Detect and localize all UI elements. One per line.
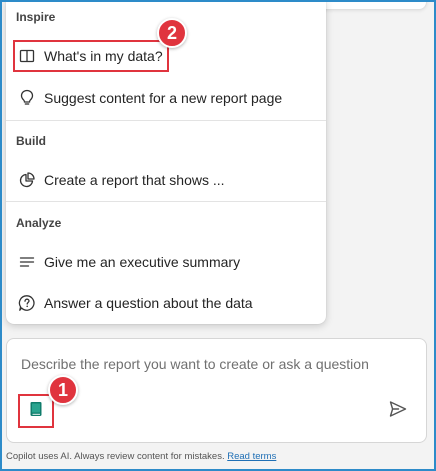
section-header-inspire: Inspire [16,10,56,24]
menu-item-answer-question[interactable]: Answer a question about the data [6,285,326,321]
menu-item-label: Answer a question about the data [44,295,253,311]
section-divider [6,201,326,202]
prompt-guide-menu: Inspire What's in my data? Suggest conte… [6,0,326,324]
book-icon [29,401,43,422]
step-badge-2: 2 [157,18,187,48]
read-terms-link[interactable]: Read terms [227,451,276,462]
lightbulb-icon [18,89,36,107]
disclaimer-footer: Copilot uses AI. Always review content f… [6,451,276,462]
pie-chart-icon [18,171,36,189]
menu-item-create-report[interactable]: Create a report that shows ... [6,162,326,198]
chat-input-placeholder[interactable]: Describe the report you want to create o… [21,356,369,372]
menu-item-label: Create a report that shows ... [44,172,225,188]
menu-item-label: Suggest content for a new report page [44,90,283,106]
book-open-icon [18,47,36,65]
disclaimer-text: Copilot uses AI. Always review content f… [6,451,225,462]
section-header-analyze: Analyze [16,216,62,230]
section-header-build: Build [16,134,46,148]
step-badge-1: 1 [48,375,78,405]
menu-item-label: What's in my data? [44,48,163,64]
menu-item-executive-summary[interactable]: Give me an executive summary [6,244,326,280]
menu-item-suggest-content[interactable]: Suggest content for a new report page [6,80,326,116]
text-lines-icon [18,253,36,271]
send-icon [388,399,408,424]
menu-item-label: Give me an executive summary [44,254,241,270]
question-bubble-icon [18,294,36,312]
prompt-guide-button[interactable] [18,395,54,427]
send-button[interactable] [386,399,410,423]
section-divider [6,120,326,121]
